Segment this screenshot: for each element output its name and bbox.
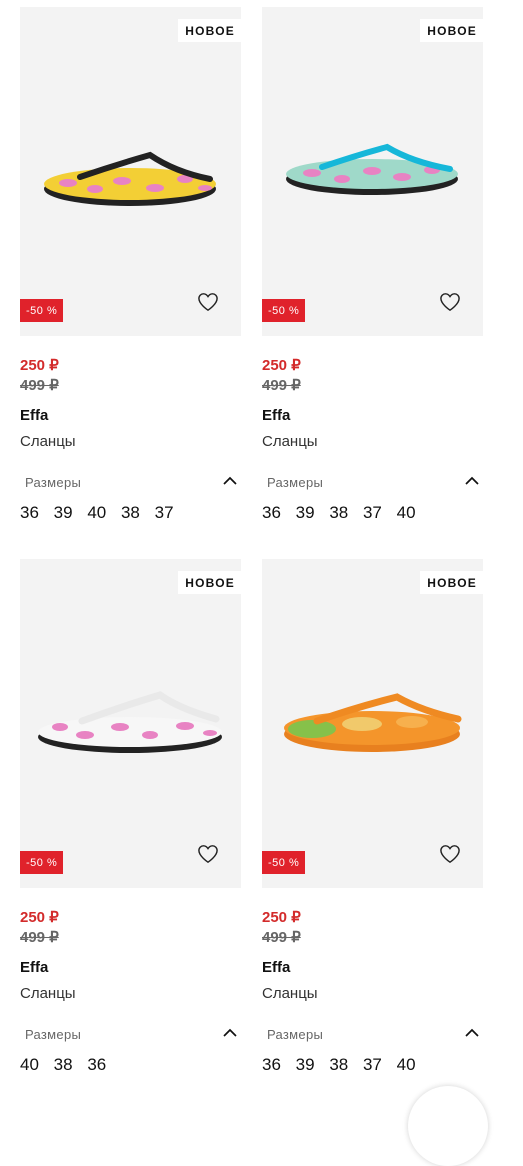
size-option[interactable]: 38 [121,503,140,522]
sale-badge: -50 % [262,851,306,874]
size-option[interactable]: 38 [54,1055,73,1074]
product-brand[interactable]: Effa [20,407,48,424]
size-option[interactable]: 40 [397,1055,416,1074]
size-option[interactable]: 39 [296,503,315,522]
product-type[interactable]: Сланцы [20,985,76,1002]
product-brand[interactable]: Effa [20,959,48,976]
product-card[interactable]: НОВОЕ -50 % 250 ₽ 499 ₽ Effa Сланцы Разм… [262,7,483,522]
price-current: 250 ₽ [262,909,301,926]
chevron-up-icon[interactable] [221,1026,239,1040]
size-option[interactable]: 40 [397,503,416,522]
size-option[interactable]: 37 [363,503,382,522]
price-old: 499 ₽ [20,929,59,946]
product-card[interactable]: НОВОЕ -50 % 250 ₽ 499 ₽ Effa Сланцы Разм… [20,7,241,522]
size-option[interactable]: 39 [296,1055,315,1074]
flip-flop-image [286,143,458,195]
badge-new: НОВОЕ [420,571,483,594]
size-option[interactable]: 40 [87,503,106,522]
heart-icon[interactable] [439,292,461,312]
sizes-label: Размеры [267,475,324,490]
sale-badge: -50 % [262,299,306,322]
product-card[interactable]: НОВОЕ -50 % 250 ₽ 499 ₽ Effa Сланцы Разм… [20,559,241,1074]
sizes-label: Размеры [25,475,82,490]
price-current: 250 ₽ [20,357,59,374]
flip-flop-image [44,151,216,206]
size-option[interactable]: 36 [262,1055,281,1074]
sale-badge: -50 % [20,851,64,874]
product-brand[interactable]: Effa [262,959,290,976]
size-option[interactable]: 36 [87,1055,106,1074]
product-image[interactable]: НОВОЕ -50 % [262,559,483,888]
badge-new: НОВОЕ [178,19,241,42]
size-option[interactable]: 36 [20,503,39,522]
size-option[interactable]: 37 [155,503,174,522]
chevron-up-icon[interactable] [463,474,481,488]
badge-new: НОВОЕ [178,571,241,594]
flip-flop-image [284,693,462,752]
product-type[interactable]: Сланцы [262,985,318,1002]
heart-icon[interactable] [197,292,219,312]
product-brand[interactable]: Effa [262,407,290,424]
badge-new: НОВОЕ [420,19,483,42]
product-image[interactable]: НОВОЕ -50 % [262,7,483,336]
product-type[interactable]: Сланцы [20,433,76,450]
size-option[interactable]: 40 [20,1055,39,1074]
heart-icon[interactable] [439,844,461,864]
sale-badge: -50 % [20,299,64,322]
product-image[interactable]: НОВОЕ -50 % [20,7,241,336]
product-card[interactable]: НОВОЕ -50 % 250 ₽ 499 ₽ Effa Сланцы Разм… [262,559,483,1074]
product-grid: НОВОЕ -50 % 250 ₽ 499 ₽ Effa Сланцы Разм… [0,0,523,1112]
sizes-label: Размеры [25,1027,82,1042]
sizes-label: Размеры [267,1027,324,1042]
chevron-up-icon[interactable] [221,474,239,488]
sizes-list: 36 39 40 38 37 [20,503,184,523]
chevron-up-icon[interactable] [463,1026,481,1040]
sizes-list: 36 39 38 37 40 [262,1055,426,1075]
sizes-list: 40 38 36 [20,1055,116,1075]
size-option[interactable]: 38 [329,503,348,522]
price-old: 499 ₽ [20,377,59,394]
size-option[interactable]: 39 [54,503,73,522]
sizes-list: 36 39 38 37 40 [262,503,426,523]
price-current: 250 ₽ [20,909,59,926]
heart-icon[interactable] [197,844,219,864]
scroll-top-button[interactable] [408,1086,488,1166]
size-option[interactable]: 36 [262,503,281,522]
product-type[interactable]: Сланцы [262,433,318,450]
price-old: 499 ₽ [262,377,301,394]
size-option[interactable]: 38 [329,1055,348,1074]
product-image[interactable]: НОВОЕ -50 % [20,559,241,888]
price-current: 250 ₽ [262,357,301,374]
price-old: 499 ₽ [262,929,301,946]
flip-flop-image [38,691,222,753]
size-option[interactable]: 37 [363,1055,382,1074]
